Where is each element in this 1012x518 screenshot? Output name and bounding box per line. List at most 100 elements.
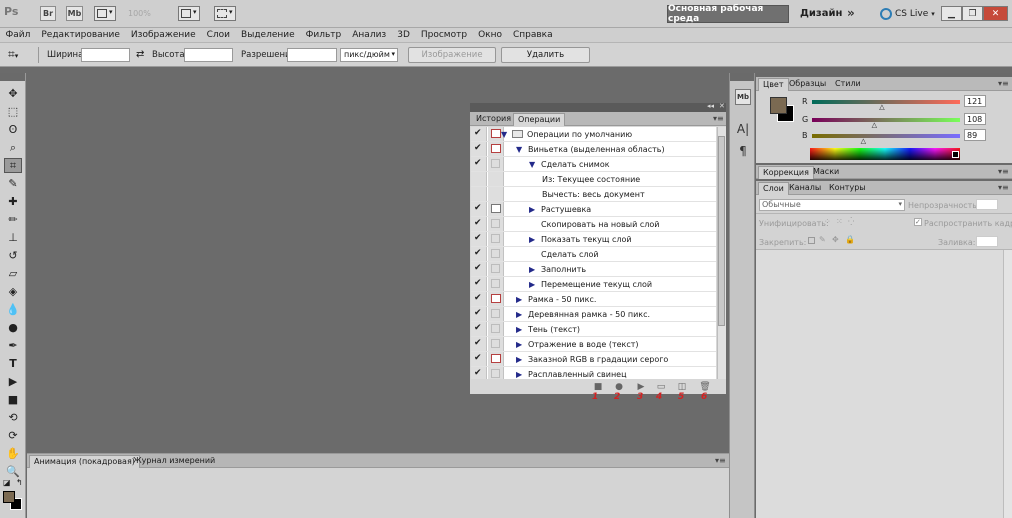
paragraph-panel-icon[interactable]: ¶	[735, 143, 751, 159]
delete-icon[interactable]: 🗑	[699, 382, 710, 392]
arrange-documents-dropdown[interactable]: ▾	[178, 6, 200, 21]
collapse-triangle-icon[interactable]: ▶	[516, 340, 522, 349]
paint-bucket-tool-icon[interactable]: ◈	[4, 284, 22, 299]
action-step-row[interactable]: Вычесть: весь документ	[471, 187, 716, 202]
screen-mode-dropdown[interactable]: ▾	[214, 6, 236, 21]
more-workspaces-button[interactable]: »	[847, 6, 855, 20]
menu-filter[interactable]: Фильтр	[300, 30, 347, 40]
tab-channels[interactable]: Каналы	[785, 182, 825, 195]
collapse-triangle-icon[interactable]: ▶	[529, 235, 535, 244]
action-row[interactable]: ✔ ▶ Заказной RGB в градации серого	[471, 352, 716, 367]
eyedropper-tool-icon[interactable]: ✎	[4, 176, 22, 191]
healing-brush-tool-icon[interactable]: ✚	[4, 194, 22, 209]
action-row[interactable]: ✔ ▶ Расплавленный свинец	[471, 367, 716, 379]
move-tool-icon[interactable]: ✥	[4, 86, 22, 101]
toggle-item-cell[interactable]: ✔	[471, 307, 487, 321]
red-value-input[interactable]: 121	[964, 95, 986, 107]
tab-color[interactable]: Цвет	[758, 78, 789, 91]
clear-button[interactable]: Удалить	[501, 47, 590, 63]
green-value-input[interactable]: 108	[964, 113, 986, 125]
menu-analysis[interactable]: Анализ	[347, 30, 392, 40]
action-step-row[interactable]: ✔ ▶ Заполнить	[471, 262, 716, 277]
toggle-item-cell[interactable]: ✔	[471, 262, 487, 276]
resolution-input[interactable]	[287, 48, 337, 62]
toggle-dialog-cell[interactable]	[488, 187, 504, 201]
bridge-button[interactable]: Br	[40, 6, 56, 21]
blue-slider-thumb[interactable]: △	[861, 138, 868, 145]
toggle-dialog-cell[interactable]	[488, 172, 504, 186]
path-selection-tool-icon[interactable]: ▶	[4, 374, 22, 389]
tab-swatches[interactable]: Образцы	[785, 78, 830, 91]
spectrum-black-swatch[interactable]	[952, 151, 959, 158]
action-step-row[interactable]: ✔ ▼ Сделать снимок	[471, 157, 716, 172]
tab-paths[interactable]: Контуры	[825, 182, 870, 195]
marquee-tool-icon[interactable]: ⬚	[4, 104, 22, 119]
panel-menu-icon[interactable]: ▾≡	[998, 167, 1009, 176]
mini-bridge-button[interactable]: Mb	[66, 6, 83, 21]
height-input[interactable]	[184, 48, 233, 62]
clone-stamp-tool-icon[interactable]: ⊥	[4, 230, 22, 245]
toggle-dialog-cell[interactable]	[488, 232, 504, 246]
toggle-item-cell[interactable]: ✔	[471, 202, 487, 216]
menu-edit[interactable]: Редактирование	[36, 30, 126, 40]
collapse-triangle-icon[interactable]: ▶	[516, 310, 522, 319]
action-row[interactable]: ✔ ▶ Деревянная рамка - 50 пикс.	[471, 307, 716, 322]
toggle-item-cell[interactable]: ✔	[471, 292, 487, 306]
record-icon[interactable]: ●	[614, 382, 624, 392]
swap-colors-icon[interactable]: ↰	[16, 478, 23, 487]
tab-actions[interactable]: Операции	[513, 113, 566, 126]
expand-triangle-icon[interactable]: ▼	[529, 160, 535, 169]
collapse-triangle-icon[interactable]: ▶	[516, 295, 522, 304]
collapse-triangle-icon[interactable]: ▶	[529, 265, 535, 274]
opacity-input[interactable]	[976, 199, 998, 210]
toggle-item-cell[interactable]: ✔	[471, 157, 487, 171]
workspace-essentials-button[interactable]: Основная рабочая среда	[667, 4, 789, 24]
foreground-color-swatch[interactable]	[3, 491, 15, 503]
toggle-dialog-cell[interactable]	[488, 277, 504, 291]
menu-help[interactable]: Справка	[507, 30, 558, 40]
blue-slider[interactable]	[812, 134, 960, 138]
history-brush-tool-icon[interactable]: ↺	[4, 248, 22, 263]
toggle-item-cell[interactable]	[471, 172, 487, 186]
action-step-row[interactable]: ✔ ▶ Растушевка	[471, 202, 716, 217]
blur-tool-icon[interactable]: 💧	[4, 302, 22, 317]
action-step-row[interactable]: ✔ ▶ Перемещение текущ слой	[471, 277, 716, 292]
collapse-triangle-icon[interactable]: ▶	[516, 355, 522, 364]
tab-measurement-log[interactable]: Журнал измерений	[129, 455, 219, 468]
toggle-item-cell[interactable]: ✔	[471, 277, 487, 291]
blend-mode-select[interactable]: Обычные ▾	[759, 199, 905, 211]
unify-position-icon[interactable]: ⁘	[824, 217, 831, 226]
toggle-dialog-cell[interactable]	[488, 247, 504, 261]
dodge-tool-icon[interactable]: ●	[4, 320, 22, 335]
toggle-item-cell[interactable]: ✔	[471, 322, 487, 336]
cs-live-button[interactable]: CS Live ▾	[880, 8, 935, 20]
action-step-row[interactable]: ✔ Скопировать на новый слой	[471, 217, 716, 232]
collapse-icon[interactable]: ◂◂	[707, 102, 714, 110]
pen-tool-icon[interactable]: ✒	[4, 338, 22, 353]
actions-scroll-thumb[interactable]	[718, 136, 725, 326]
action-row[interactable]: ✔ ▼ Операции по умолчанию	[471, 127, 716, 142]
zoom-tool-icon[interactable]: 🔍	[4, 464, 22, 479]
expand-triangle-icon[interactable]: ▼	[501, 130, 507, 139]
resolution-units-select[interactable]: пикс/дюйм ▾	[340, 48, 398, 62]
toggle-dialog-cell[interactable]	[488, 217, 504, 231]
toggle-dialog-cell[interactable]	[488, 262, 504, 276]
close-panel-icon[interactable]: ✕	[719, 102, 725, 110]
propagate-checkbox[interactable]: ✓	[914, 218, 922, 226]
layers-scrollbar[interactable]	[1003, 250, 1012, 518]
tab-history[interactable]: История	[472, 113, 515, 126]
tab-masks[interactable]: Маски	[809, 166, 843, 179]
strip-grip[interactable]	[730, 73, 754, 81]
menu-window[interactable]: Окно	[473, 30, 508, 40]
toggle-dialog-cell[interactable]	[488, 202, 504, 216]
eraser-tool-icon[interactable]: ▱	[4, 266, 22, 281]
default-colors-icon[interactable]: ◪	[3, 478, 11, 487]
lock-transparency-icon[interactable]	[808, 237, 815, 244]
expand-triangle-icon[interactable]: ▼	[516, 145, 522, 154]
blue-value-input[interactable]: 89	[964, 129, 986, 141]
workspace-design-button[interactable]: Дизайн	[800, 8, 842, 19]
toggle-item-cell[interactable]: ✔	[471, 127, 487, 141]
front-image-button[interactable]: Изображение	[408, 47, 496, 63]
toggle-dialog-cell[interactable]	[488, 322, 504, 336]
fill-input[interactable]	[976, 236, 998, 247]
